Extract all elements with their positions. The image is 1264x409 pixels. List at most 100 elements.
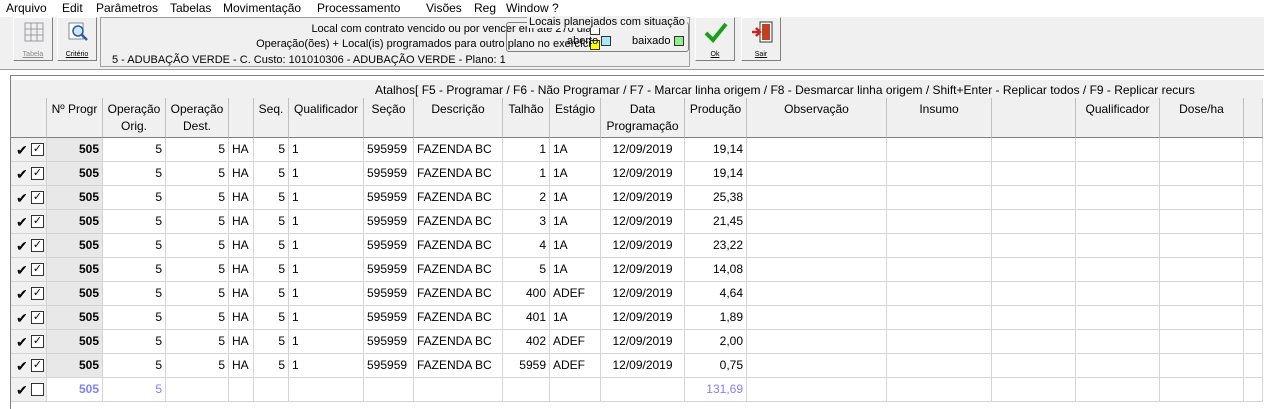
menu-reg[interactable]: Reg bbox=[474, 1, 496, 15]
table-row[interactable]: ✔ ✓ 505 5 5 HA 5 1 595959 FAZENDA BC 3 1A 12/09/2019… bbox=[11, 210, 1263, 234]
cell-secao: 595959 bbox=[364, 258, 414, 282]
cell-talhao: 1 bbox=[503, 138, 550, 162]
cell-select[interactable]: ✔ ✓ bbox=[11, 306, 47, 330]
cell-estagio: 1A bbox=[550, 162, 601, 186]
row-checkbox[interactable]: ✓ bbox=[31, 263, 44, 276]
header-qualificador-2[interactable]: Qualificador bbox=[1076, 98, 1160, 138]
row-checkbox[interactable]: ✓ bbox=[31, 359, 44, 372]
row-checkbox[interactable]: ✓ bbox=[31, 311, 44, 324]
cell-secao: 595959 bbox=[364, 210, 414, 234]
table-row[interactable]: ✔ ✓ 505 5 5 HA 5 1 595959 FAZENDA BC 5 1A 12/09/2019… bbox=[11, 258, 1263, 282]
cell-qualificador2 bbox=[1076, 354, 1160, 378]
table-row[interactable]: ✔ ✓ 505 5 5 HA 5 1 595959 FAZENDA BC 401 1A 12/09/20… bbox=[11, 306, 1263, 330]
cell-qualificador: 1 bbox=[289, 354, 364, 378]
cell-data: 12/09/2019 bbox=[601, 234, 685, 258]
cell-qualificador: 1 bbox=[289, 234, 364, 258]
menu-help[interactable]: ? bbox=[552, 1, 559, 15]
cell-op-orig: 5 bbox=[103, 162, 166, 186]
sair-button[interactable]: Sair bbox=[741, 17, 781, 61]
criterio-label: Critério bbox=[65, 51, 89, 58]
table-row[interactable]: ✔ ✓ 505 5 5 HA 5 1 595959 FAZENDA BC 1 1A 12/09/2019… bbox=[11, 138, 1263, 162]
cell-estagio: ADEF bbox=[550, 330, 601, 354]
row-indicator-icon: ✔ bbox=[16, 310, 28, 326]
cell-op-orig: 5 bbox=[103, 354, 166, 378]
table-row[interactable]: ✔ ✓ 505 5 5 HA 5 1 595959 FAZENDA BC 4 1A 12/09/2019… bbox=[11, 234, 1263, 258]
table-row[interactable]: ✔ ✓ 505 5 5 HA 5 1 595959 FAZENDA BC 400 ADEF 12/09/… bbox=[11, 282, 1263, 306]
total-row[interactable]: ✔ 505 5 131,69 bbox=[11, 378, 1263, 402]
table-row[interactable]: ✔ ✓ 505 5 5 HA 5 1 595959 FAZENDA BC 1 1A 12/09/2019… bbox=[11, 162, 1263, 186]
cell-select[interactable]: ✔ bbox=[11, 378, 47, 402]
header-talhao[interactable]: Talhão bbox=[503, 98, 550, 138]
cell-descricao: FAZENDA BC bbox=[414, 186, 503, 210]
header-estagio[interactable]: Estágio bbox=[550, 98, 601, 138]
cell-op-dest: 5 bbox=[166, 138, 229, 162]
table-row[interactable]: ✔ ✓ 505 5 5 HA 5 1 595959 FAZENDA BC 402 ADEF 12/09/… bbox=[11, 330, 1263, 354]
cell-nprog: 505 bbox=[47, 258, 103, 282]
header-nprog[interactable]: Nº Progr bbox=[47, 98, 103, 138]
cell-select[interactable]: ✔ ✓ bbox=[11, 210, 47, 234]
header-insumo[interactable]: Insumo bbox=[887, 98, 992, 138]
cell-select[interactable]: ✔ ✓ bbox=[11, 282, 47, 306]
cell-nprog: 505 bbox=[47, 162, 103, 186]
menu-tabelas[interactable]: Tabelas bbox=[170, 1, 211, 15]
menu-movimentacao[interactable]: Movimentação bbox=[223, 1, 301, 15]
table-row[interactable]: ✔ ✓ 505 5 5 HA 5 1 595959 FAZENDA BC 2 1A 12/09/2019… bbox=[11, 186, 1263, 210]
cell-op-dest: 5 bbox=[166, 330, 229, 354]
header-op-orig[interactable]: Operação Orig. bbox=[103, 98, 166, 138]
cell-estagio: 1A bbox=[550, 258, 601, 282]
header-observacao[interactable]: Observação bbox=[747, 98, 887, 138]
row-checkbox[interactable]: ✓ bbox=[31, 215, 44, 228]
header-secao[interactable]: Seção bbox=[364, 98, 414, 138]
cell-producao: 131,69 bbox=[685, 378, 747, 402]
menu-arquivo[interactable]: Arquivo bbox=[6, 1, 47, 15]
cell-data: 12/09/2019 bbox=[601, 138, 685, 162]
header-unit[interactable] bbox=[229, 98, 254, 138]
row-indicator-icon: ✔ bbox=[16, 334, 28, 350]
cell-select[interactable]: ✔ ✓ bbox=[11, 186, 47, 210]
cell-producao: 19,14 bbox=[685, 138, 747, 162]
header-descricao[interactable]: Descrição bbox=[414, 98, 503, 138]
grid-icon bbox=[24, 22, 44, 42]
row-checkbox[interactable]: ✓ bbox=[31, 287, 44, 300]
header-blank[interactable] bbox=[992, 98, 1076, 138]
tabela-button[interactable]: Tabela bbox=[13, 17, 53, 61]
cell-select[interactable]: ✔ ✓ bbox=[11, 330, 47, 354]
table-row[interactable]: ✔ ✓ 505 5 5 HA 5 1 595959 FAZENDA BC 5959 ADEF 12/09… bbox=[11, 354, 1263, 378]
header-op-dest[interactable]: Operação Dest. bbox=[166, 98, 229, 138]
cell-insumo bbox=[887, 258, 992, 282]
header-dose-ha[interactable]: Dose/ha bbox=[1160, 98, 1244, 138]
cell-dose bbox=[1160, 258, 1244, 282]
header-data-programacao[interactable]: Data Programação bbox=[601, 98, 685, 138]
row-checkbox[interactable]: ✓ bbox=[31, 239, 44, 252]
row-checkbox[interactable] bbox=[31, 383, 44, 396]
cell-qualificador2 bbox=[1076, 330, 1160, 354]
cell-secao: 595959 bbox=[364, 186, 414, 210]
cell-blank bbox=[992, 258, 1076, 282]
row-checkbox[interactable]: ✓ bbox=[31, 335, 44, 348]
row-checkbox[interactable]: ✓ bbox=[31, 167, 44, 180]
row-checkbox[interactable]: ✓ bbox=[31, 191, 44, 204]
header-producao[interactable]: Produção bbox=[685, 98, 747, 138]
cell-insumo bbox=[887, 210, 992, 234]
programming-grid[interactable]: Atalhos[ F5 - Programar / F6 - Não Progr… bbox=[10, 75, 1264, 409]
cell-select[interactable]: ✔ ✓ bbox=[11, 234, 47, 258]
menu-parametros[interactable]: Parâmetros bbox=[96, 1, 158, 15]
cell-observacao bbox=[747, 138, 887, 162]
row-checkbox[interactable]: ✓ bbox=[31, 143, 44, 156]
cell-select[interactable]: ✔ ✓ bbox=[11, 354, 47, 378]
menu-visoes[interactable]: Visões bbox=[426, 1, 462, 15]
cell-select[interactable]: ✔ ✓ bbox=[11, 138, 47, 162]
menu-window[interactable]: Window bbox=[506, 1, 549, 15]
cell-nprog: 505 bbox=[47, 282, 103, 306]
cell-select[interactable]: ✔ ✓ bbox=[11, 162, 47, 186]
cell-op-dest: 5 bbox=[166, 210, 229, 234]
cell-producao: 1,89 bbox=[685, 306, 747, 330]
cell-extra bbox=[1244, 162, 1263, 186]
ok-button[interactable]: Ok bbox=[695, 17, 735, 61]
cell-select[interactable]: ✔ ✓ bbox=[11, 258, 47, 282]
menu-processamento[interactable]: Processamento bbox=[317, 1, 400, 15]
header-qualificador[interactable]: Qualificador bbox=[289, 98, 364, 138]
criterio-button[interactable]: Critério bbox=[57, 17, 97, 61]
header-seq[interactable]: Seq. bbox=[254, 98, 289, 138]
menu-edit[interactable]: Edit bbox=[62, 1, 83, 15]
